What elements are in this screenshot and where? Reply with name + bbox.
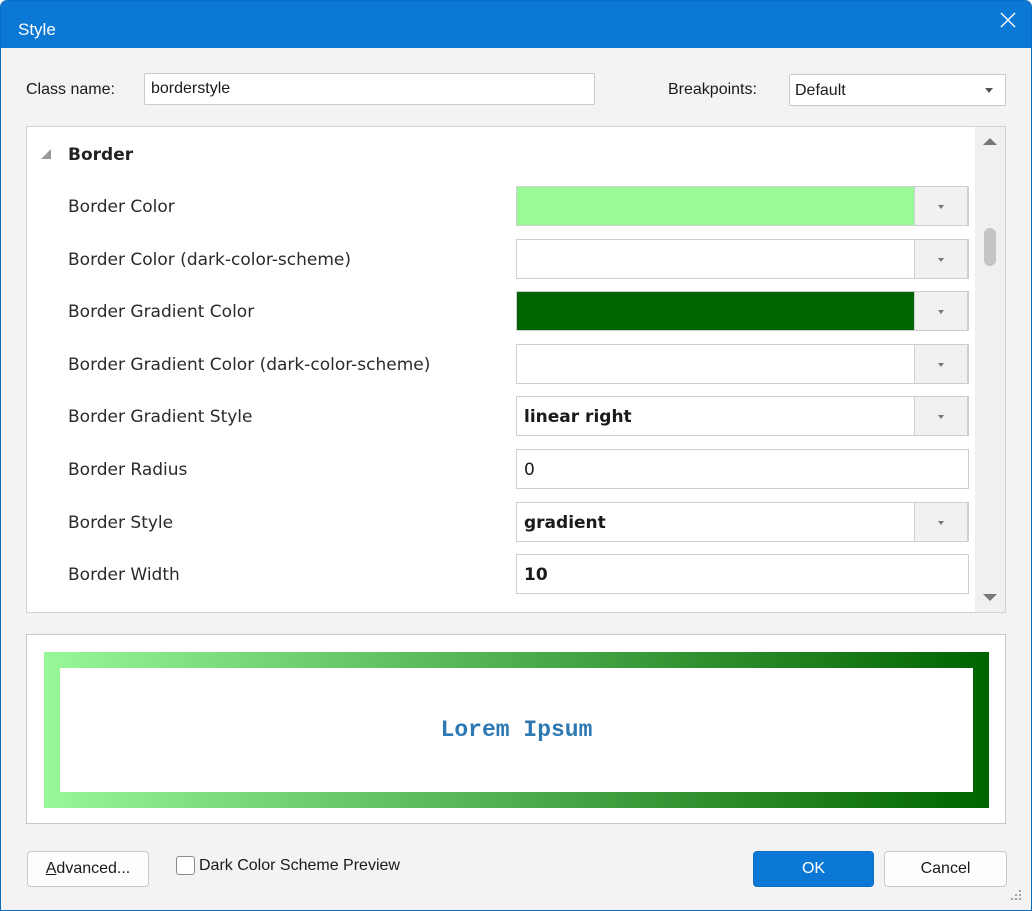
- dropdown-arrow-button[interactable]: [914, 238, 968, 279]
- property-name: Border Color: [68, 197, 175, 217]
- property-name: Border Radius: [68, 460, 188, 480]
- vertical-scrollbar[interactable]: [975, 127, 1005, 612]
- cancel-button[interactable]: Cancel: [884, 851, 1007, 887]
- collapse-triangle-icon[interactable]: [41, 149, 51, 159]
- property-row: Border Style gradient: [27, 497, 975, 549]
- property-name: Border Gradient Style: [68, 407, 253, 428]
- cancel-button-label: Cancel: [920, 860, 971, 877]
- dropdown-arrow-button[interactable]: [914, 396, 968, 437]
- dropdown-arrow-button[interactable]: [914, 291, 968, 332]
- color-swatch[interactable]: [517, 239, 916, 278]
- property-row: Border Color: [27, 181, 975, 233]
- property-value: 0: [524, 460, 535, 480]
- dropdown-arrow-button[interactable]: [914, 186, 968, 226]
- preview-content: Lorem Ipsum: [60, 668, 973, 792]
- property-row: Border Gradient Color (dark-color-scheme…: [27, 339, 975, 391]
- property-row: Border Gradient Color: [27, 286, 975, 338]
- breakpoints-label: Breakpoints:: [668, 81, 757, 98]
- ok-button[interactable]: OK: [753, 851, 874, 887]
- resize-grip-icon[interactable]: [1009, 890, 1021, 902]
- property-row: Border Gradient Style linear right: [27, 391, 975, 443]
- property-name: Border Color (dark-color-scheme): [68, 249, 351, 270]
- property-value-editor[interactable]: [516, 238, 969, 279]
- property-value-editor[interactable]: linear right: [516, 396, 969, 437]
- property-value-editor[interactable]: [516, 291, 969, 332]
- property-row: Border Radius 0: [27, 444, 975, 496]
- class-name-label: Class name:: [26, 81, 115, 98]
- property-value-editor[interactable]: [516, 186, 969, 226]
- advanced-button[interactable]: Advanced...: [27, 851, 149, 887]
- property-name: Border Gradient Color (dark-color-scheme…: [68, 354, 431, 375]
- property-value-editor[interactable]: 10: [516, 554, 969, 595]
- color-swatch[interactable]: [517, 344, 916, 383]
- window-title: Style: [18, 20, 56, 39]
- scroll-up-arrow-icon[interactable]: [983, 138, 997, 145]
- property-value: gradient: [524, 512, 606, 533]
- dropdown-arrow-button[interactable]: [914, 501, 968, 542]
- color-swatch[interactable]: [517, 187, 916, 225]
- property-value-editor[interactable]: [516, 343, 969, 384]
- dropdown-arrow-button[interactable]: [914, 343, 968, 384]
- group-header-border[interactable]: Border: [27, 127, 975, 181]
- class-name-input[interactable]: [144, 73, 595, 105]
- property-name: Border Width: [68, 565, 180, 586]
- property-value-editor[interactable]: 0: [516, 449, 969, 489]
- dark-scheme-preview-label[interactable]: Dark Color Scheme Preview: [199, 857, 400, 875]
- breakpoints-select[interactable]: Default: [789, 74, 1006, 106]
- property-name: Border Style: [68, 512, 174, 533]
- title-bar: Style: [1, 1, 1031, 48]
- property-grid: Border Border Color Border Color (dark-co…: [26, 126, 1006, 613]
- property-name: Border Gradient Color: [68, 302, 255, 323]
- close-icon: [1000, 12, 1016, 28]
- scroll-thumb[interactable]: [984, 228, 996, 266]
- property-value-editor[interactable]: gradient: [516, 501, 969, 542]
- preview-text: Lorem Ipsum: [440, 717, 593, 743]
- group-title: Border: [68, 145, 134, 165]
- dark-scheme-preview-checkbox[interactable]: [176, 856, 195, 875]
- style-preview-panel: Lorem Ipsum: [26, 634, 1006, 824]
- property-row: Border Color (dark-color-scheme): [27, 234, 975, 286]
- close-button[interactable]: [985, 1, 1031, 41]
- breakpoints-value: Default: [795, 82, 846, 99]
- property-value: 10: [524, 565, 548, 586]
- property-row: Border Width 10: [27, 549, 975, 601]
- ok-button-label: OK: [801, 860, 826, 877]
- color-swatch[interactable]: [517, 292, 916, 331]
- preview-gradient-border: Lorem Ipsum: [44, 652, 989, 808]
- scroll-down-arrow-icon[interactable]: [983, 594, 997, 601]
- advanced-button-label: Advanced...: [45, 860, 131, 877]
- dialog-body: Class name: Breakpoints: Default Border …: [1, 48, 1031, 910]
- style-dialog: Style Class name: Breakpoints: Default B…: [0, 0, 1032, 911]
- property-value: linear right: [524, 407, 632, 428]
- chevron-down-icon: [985, 88, 993, 93]
